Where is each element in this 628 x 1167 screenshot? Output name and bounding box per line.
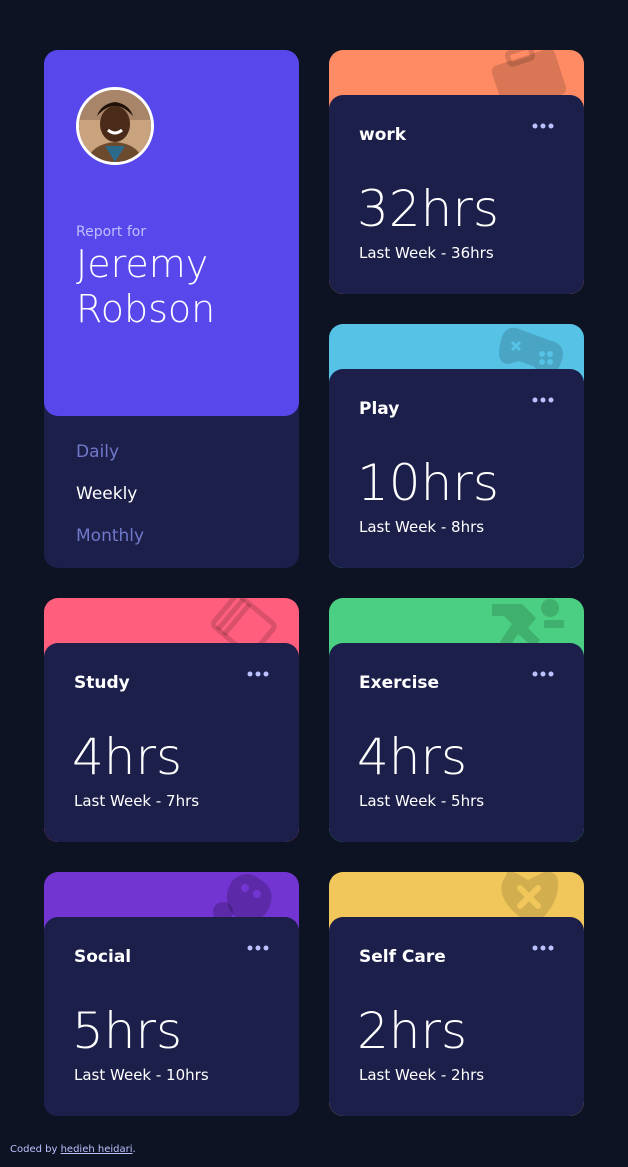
previous-hours: Last Week - 5hrs <box>359 792 485 810</box>
card-study: Study 4hrs Last Week - 7hrs <box>44 598 299 842</box>
attribution-suffix: . <box>132 1144 136 1155</box>
ellipsis-icon[interactable] <box>532 395 554 405</box>
period-weekly[interactable]: Weekly <box>76 482 144 524</box>
period-daily[interactable]: Daily <box>76 440 144 482</box>
card-title: Social <box>74 947 132 967</box>
author-link[interactable]: hedieh heidari <box>61 1144 133 1155</box>
card-body[interactable]: Play 10hrs Last Week - 8hrs <box>329 369 584 568</box>
period-selector: Daily Weekly Monthly <box>76 440 144 566</box>
ellipsis-icon[interactable] <box>532 121 554 131</box>
card-title: Exercise <box>359 673 440 693</box>
card-social: Social 5hrs Last Week - 10hrs <box>44 872 299 1116</box>
ellipsis-icon[interactable] <box>532 943 554 953</box>
card-body[interactable]: work 32hrs Last Week - 36hrs <box>329 95 584 294</box>
previous-hours: Last Week - 10hrs <box>74 1066 209 1084</box>
card-work: work 32hrs Last Week - 36hrs <box>329 50 584 294</box>
user-first-name: Jeremy <box>76 242 209 286</box>
current-hours: 4hrs <box>357 728 468 786</box>
current-hours: 5hrs <box>72 1002 183 1060</box>
previous-hours: Last Week - 36hrs <box>359 244 494 262</box>
attribution: Coded by hedieh heidari. <box>10 1144 136 1155</box>
ellipsis-icon[interactable] <box>247 669 269 679</box>
report-for-label: Report for <box>76 224 147 240</box>
avatar <box>76 87 154 165</box>
card-self-care: Self Care 2hrs Last Week - 2hrs <box>329 872 584 1116</box>
ellipsis-icon[interactable] <box>532 669 554 679</box>
period-monthly[interactable]: Monthly <box>76 524 144 566</box>
card-body[interactable]: Self Care 2hrs Last Week - 2hrs <box>329 917 584 1116</box>
card-title: Self Care <box>359 947 446 967</box>
previous-hours: Last Week - 7hrs <box>74 792 200 810</box>
previous-hours: Last Week - 2hrs <box>359 1066 485 1084</box>
card-title: Play <box>359 399 400 419</box>
card-title: work <box>359 125 407 145</box>
card-body[interactable]: Exercise 4hrs Last Week - 5hrs <box>329 643 584 842</box>
card-body[interactable]: Social 5hrs Last Week - 10hrs <box>44 917 299 1116</box>
profile-card: Report for Jeremy Robson Daily Weekly Mo… <box>44 50 299 568</box>
profile-header: Report for Jeremy Robson <box>44 50 299 416</box>
current-hours: 32hrs <box>357 180 499 238</box>
avatar-image <box>79 90 151 162</box>
card-exercise: Exercise 4hrs Last Week - 5hrs <box>329 598 584 842</box>
ellipsis-icon[interactable] <box>247 943 269 953</box>
previous-hours: Last Week - 8hrs <box>359 518 485 536</box>
current-hours: 2hrs <box>357 1002 468 1060</box>
current-hours: 4hrs <box>72 728 183 786</box>
user-last-name: Robson <box>76 287 216 331</box>
card-title: Study <box>74 673 130 693</box>
attribution-prefix: Coded by <box>10 1144 58 1155</box>
card-body[interactable]: Study 4hrs Last Week - 7hrs <box>44 643 299 842</box>
current-hours: 10hrs <box>357 454 499 512</box>
card-play: Play 10hrs Last Week - 8hrs <box>329 324 584 568</box>
user-name: Jeremy Robson <box>76 242 286 332</box>
